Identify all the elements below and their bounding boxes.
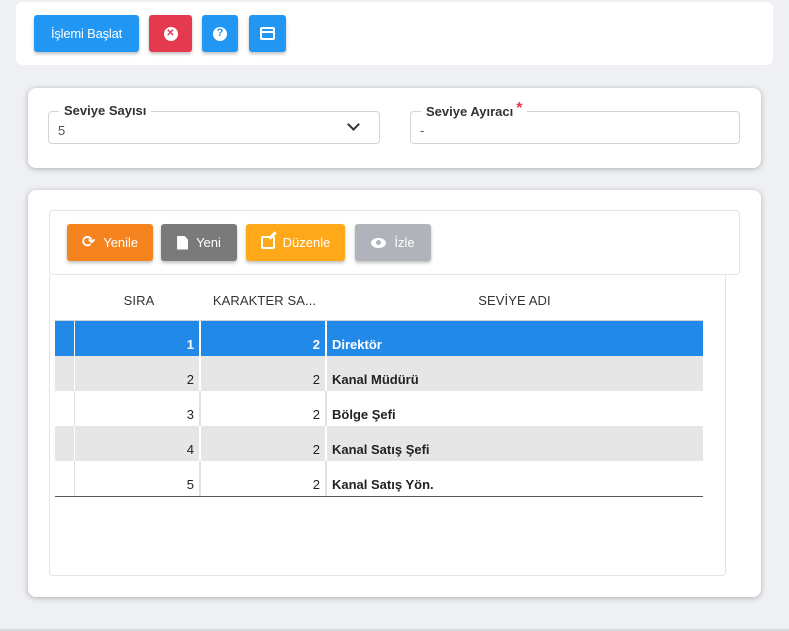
question-circle-icon: ? bbox=[213, 26, 227, 41]
new-button[interactable]: Yeni bbox=[161, 224, 237, 261]
row-indicator[interactable] bbox=[55, 356, 75, 391]
column-header-karakter[interactable]: KARAKTER SA... bbox=[202, 293, 327, 308]
cell-sira[interactable]: 5 bbox=[75, 461, 201, 496]
cell-karakter[interactable]: 2 bbox=[201, 356, 327, 391]
view-label: İzle bbox=[394, 235, 415, 250]
level-settings-card: Seviye Sayısı 5 Seviye Ayıracı * - bbox=[28, 88, 761, 168]
level-separator-field[interactable]: Seviye Ayıracı * - bbox=[410, 100, 740, 144]
level-separator-value: - bbox=[420, 123, 425, 138]
required-marker: * bbox=[516, 100, 523, 117]
cell-sira[interactable]: 1 bbox=[75, 321, 201, 356]
cell-seviye-adi[interactable]: Direktör bbox=[327, 321, 703, 356]
level-separator-label: Seviye Ayıracı bbox=[426, 104, 514, 119]
refresh-icon: ⟳ bbox=[81, 233, 96, 251]
document-icon bbox=[177, 235, 189, 250]
table-row[interactable]: 2 2 Kanal Müdürü bbox=[55, 356, 703, 391]
grid-body: 1 2 Direktör 2 2 Kanal Müdürü 3 2 Bölge … bbox=[55, 320, 703, 497]
levels-grid-card: ⟳ Yenile Yeni Düzenle İzle SIRA KARAKTER… bbox=[28, 190, 761, 597]
cancel-button[interactable]: ✕ bbox=[149, 15, 192, 52]
cell-seviye-adi[interactable]: Kanal Müdürü bbox=[327, 356, 703, 391]
cell-karakter[interactable]: 2 bbox=[201, 391, 327, 426]
level-count-value: 5 bbox=[58, 123, 66, 138]
new-label: Yeni bbox=[196, 235, 221, 250]
row-indicator[interactable] bbox=[55, 321, 75, 356]
row-indicator[interactable] bbox=[55, 391, 75, 426]
cell-sira[interactable]: 2 bbox=[75, 356, 201, 391]
grid-toolbar: ⟳ Yenile Yeni Düzenle İzle bbox=[49, 210, 740, 275]
cell-karakter[interactable]: 2 bbox=[201, 321, 327, 356]
refresh-label: Yenile bbox=[103, 235, 139, 250]
top-toolbar: İşlemi Başlat ✕ ? bbox=[16, 2, 773, 65]
level-separator-label-wrap: Seviye Ayıracı * bbox=[421, 100, 528, 121]
table-row[interactable]: 3 2 Bölge Şefi bbox=[55, 391, 703, 426]
edit-icon bbox=[260, 236, 275, 249]
cell-karakter[interactable]: 2 bbox=[201, 426, 327, 461]
chevron-down-icon[interactable] bbox=[347, 118, 360, 131]
cell-seviye-adi[interactable]: Kanal Satış Şefi bbox=[327, 426, 703, 461]
start-process-button[interactable]: İşlemi Başlat bbox=[34, 15, 139, 52]
close-circle-icon: ✕ bbox=[163, 26, 178, 41]
edit-button[interactable]: Düzenle bbox=[246, 224, 345, 261]
window-button[interactable] bbox=[249, 15, 286, 52]
edit-label: Düzenle bbox=[282, 235, 331, 250]
table-row[interactable]: 5 2 Kanal Satış Yön. bbox=[55, 461, 703, 496]
cell-sira[interactable]: 4 bbox=[75, 426, 201, 461]
level-count-select[interactable]: Seviye Sayısı 5 bbox=[48, 103, 380, 144]
cell-seviye-adi[interactable]: Kanal Satış Yön. bbox=[327, 461, 703, 496]
grid-header: SIRA KARAKTER SA... SEVİYE ADI bbox=[55, 285, 702, 315]
column-header-sira[interactable]: SIRA bbox=[76, 293, 202, 308]
cell-karakter[interactable]: 2 bbox=[201, 461, 327, 496]
row-indicator[interactable] bbox=[55, 461, 75, 496]
cell-seviye-adi[interactable]: Bölge Şefi bbox=[327, 391, 703, 426]
cell-sira[interactable]: 3 bbox=[75, 391, 201, 426]
table-row[interactable]: 1 2 Direktör bbox=[55, 321, 703, 356]
help-button[interactable]: ? bbox=[202, 15, 238, 52]
table-row[interactable]: 4 2 Kanal Satış Şefi bbox=[55, 426, 703, 461]
eye-icon bbox=[371, 237, 387, 248]
refresh-button[interactable]: ⟳ Yenile bbox=[67, 224, 153, 261]
view-button[interactable]: İzle bbox=[355, 224, 431, 261]
row-indicator[interactable] bbox=[55, 426, 75, 461]
window-icon bbox=[260, 27, 275, 40]
data-grid: SIRA KARAKTER SA... SEVİYE ADI 1 2 Direk… bbox=[49, 275, 726, 576]
level-count-label: Seviye Sayısı bbox=[59, 103, 152, 118]
column-header-seviye-adi[interactable]: SEVİYE ADI bbox=[328, 293, 701, 308]
start-process-label: İşlemi Başlat bbox=[50, 26, 123, 41]
